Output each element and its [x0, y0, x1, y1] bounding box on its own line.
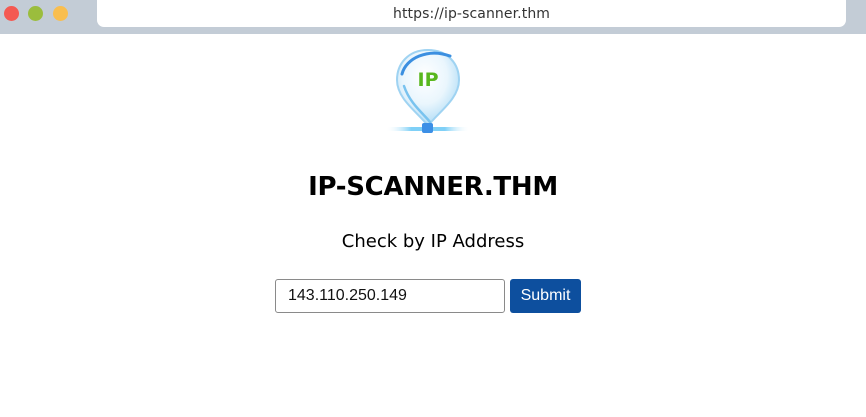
page-title: IP-SCANNER.THM: [308, 172, 558, 202]
maximize-window-button[interactable]: [53, 6, 68, 21]
submit-button[interactable]: Submit: [510, 279, 581, 313]
page-subtitle: Check by IP Address: [341, 231, 525, 252]
minimize-window-button[interactable]: [28, 6, 43, 21]
close-window-button[interactable]: [4, 6, 19, 21]
ip-location-pin-icon: IP: [386, 48, 470, 133]
browser-toolbar: https://ip-scanner.thm: [0, 0, 866, 34]
address-bar[interactable]: https://ip-scanner.thm: [97, 0, 846, 27]
logo-text: IP: [418, 69, 439, 91]
page-content: IP IP-SCANNER.THM Check by IP Address Su…: [0, 34, 866, 417]
ip-address-input[interactable]: [275, 279, 505, 313]
